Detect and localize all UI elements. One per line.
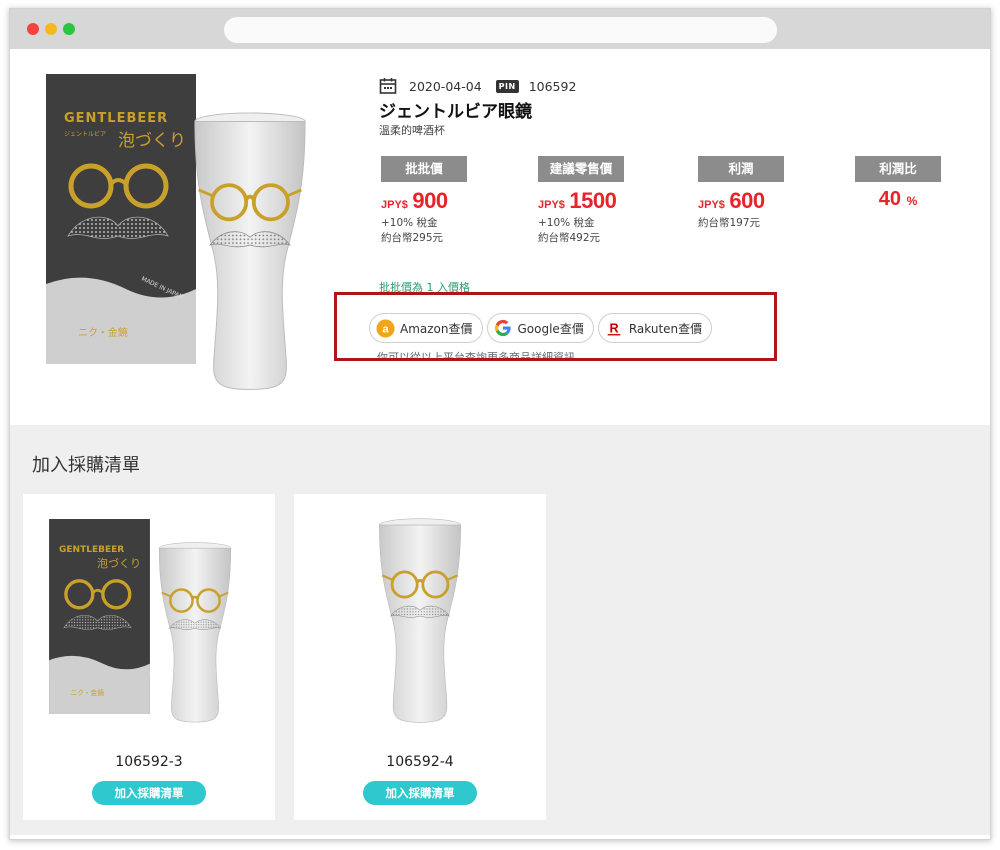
- variant-image-1: GENTLEBEER 泡づくり: [47, 514, 247, 729]
- wholesale-price-value: JPY$ 900: [381, 188, 448, 213]
- wholesale-price-block: 批批價 JPY$ 900 +10% 稅金 約台幣295元: [381, 156, 531, 246]
- browser-window: GENTLEBEER ジェントルビア 泡づくり MADE IN JAPAN 20…: [9, 8, 991, 840]
- add-to-cart-button-1[interactable]: 加入採購清單: [92, 781, 206, 805]
- retail-price-value: JPY$ 1500: [538, 188, 617, 213]
- retail-tax-note: +10% 稅金: [538, 217, 595, 229]
- retail-twd-note: 約台幣492元: [538, 232, 601, 244]
- profit-twd-note: 約台幣197元: [698, 217, 761, 229]
- close-window-dot[interactable]: [27, 23, 39, 35]
- wholesale-tax-note: +10% 稅金: [381, 217, 438, 229]
- variant-box-foam: 泡づくり: [97, 556, 141, 570]
- box-foam-text: 泡づくり: [118, 131, 186, 151]
- box-kana-text: ジェントルビア: [64, 130, 106, 138]
- variant-box-brand: GENTLEBEER: [59, 545, 124, 555]
- wholesale-twd-note: 約台幣295元: [381, 232, 444, 244]
- variant-card-1[interactable]: GENTLEBEER 泡づくり 106592-3 加入採購清單: [23, 494, 275, 820]
- add-to-cart-button-2[interactable]: 加入採購清單: [363, 781, 477, 805]
- wholesale-price-label: 批批價: [381, 156, 467, 182]
- address-bar[interactable]: [224, 17, 777, 43]
- profit-ratio-value: 40 %: [878, 188, 918, 210]
- product-date: 2020-04-04: [409, 78, 482, 94]
- profit-label: 利潤: [698, 156, 784, 182]
- product-title: ジェントルビア眼鏡: [379, 102, 532, 122]
- variant-code-1: 106592-3: [115, 754, 183, 770]
- maximize-window-dot[interactable]: [63, 23, 75, 35]
- highlight-box: [334, 292, 777, 361]
- cart-section-title: 加入採購清單: [32, 455, 140, 476]
- profit-value: JPY$ 600: [698, 188, 765, 213]
- profit-block: 利潤 JPY$ 600 約台幣197元: [698, 156, 848, 231]
- product-code: 106592: [528, 78, 577, 94]
- product-image: GENTLEBEER ジェントルビア 泡づくり MADE IN JAPAN: [40, 64, 310, 399]
- profit-ratio-label: 利潤比: [855, 156, 941, 182]
- variant-code-2: 106592-4: [386, 754, 454, 770]
- box-brand-text: GENTLEBEER: [64, 111, 168, 126]
- product-subtitle: 溫柔的啤酒杯: [379, 124, 445, 137]
- retail-price-block: 建議零售價 JPY$ 1500 +10% 稅金 約台幣492元: [538, 156, 688, 246]
- variant-card-2[interactable]: 106592-4 加入採購清單: [294, 494, 546, 820]
- pin-badge: PIN: [495, 79, 519, 93]
- variant-image-2: [370, 518, 470, 728]
- product-meta-row: 2020-04-04 PIN 106592: [379, 76, 576, 96]
- browser-titlebar: [10, 9, 990, 49]
- minimize-window-dot[interactable]: [45, 23, 57, 35]
- profit-ratio-block: 利潤比 40 %: [855, 156, 990, 211]
- retail-price-label: 建議零售價: [538, 156, 624, 182]
- cart-section: 加入採購清單 GENTLEBEER 泡づくり 106592-3 加入採購清單 1…: [10, 425, 990, 839]
- calendar-icon: [379, 78, 397, 94]
- section-bottom-edge: [10, 835, 990, 839]
